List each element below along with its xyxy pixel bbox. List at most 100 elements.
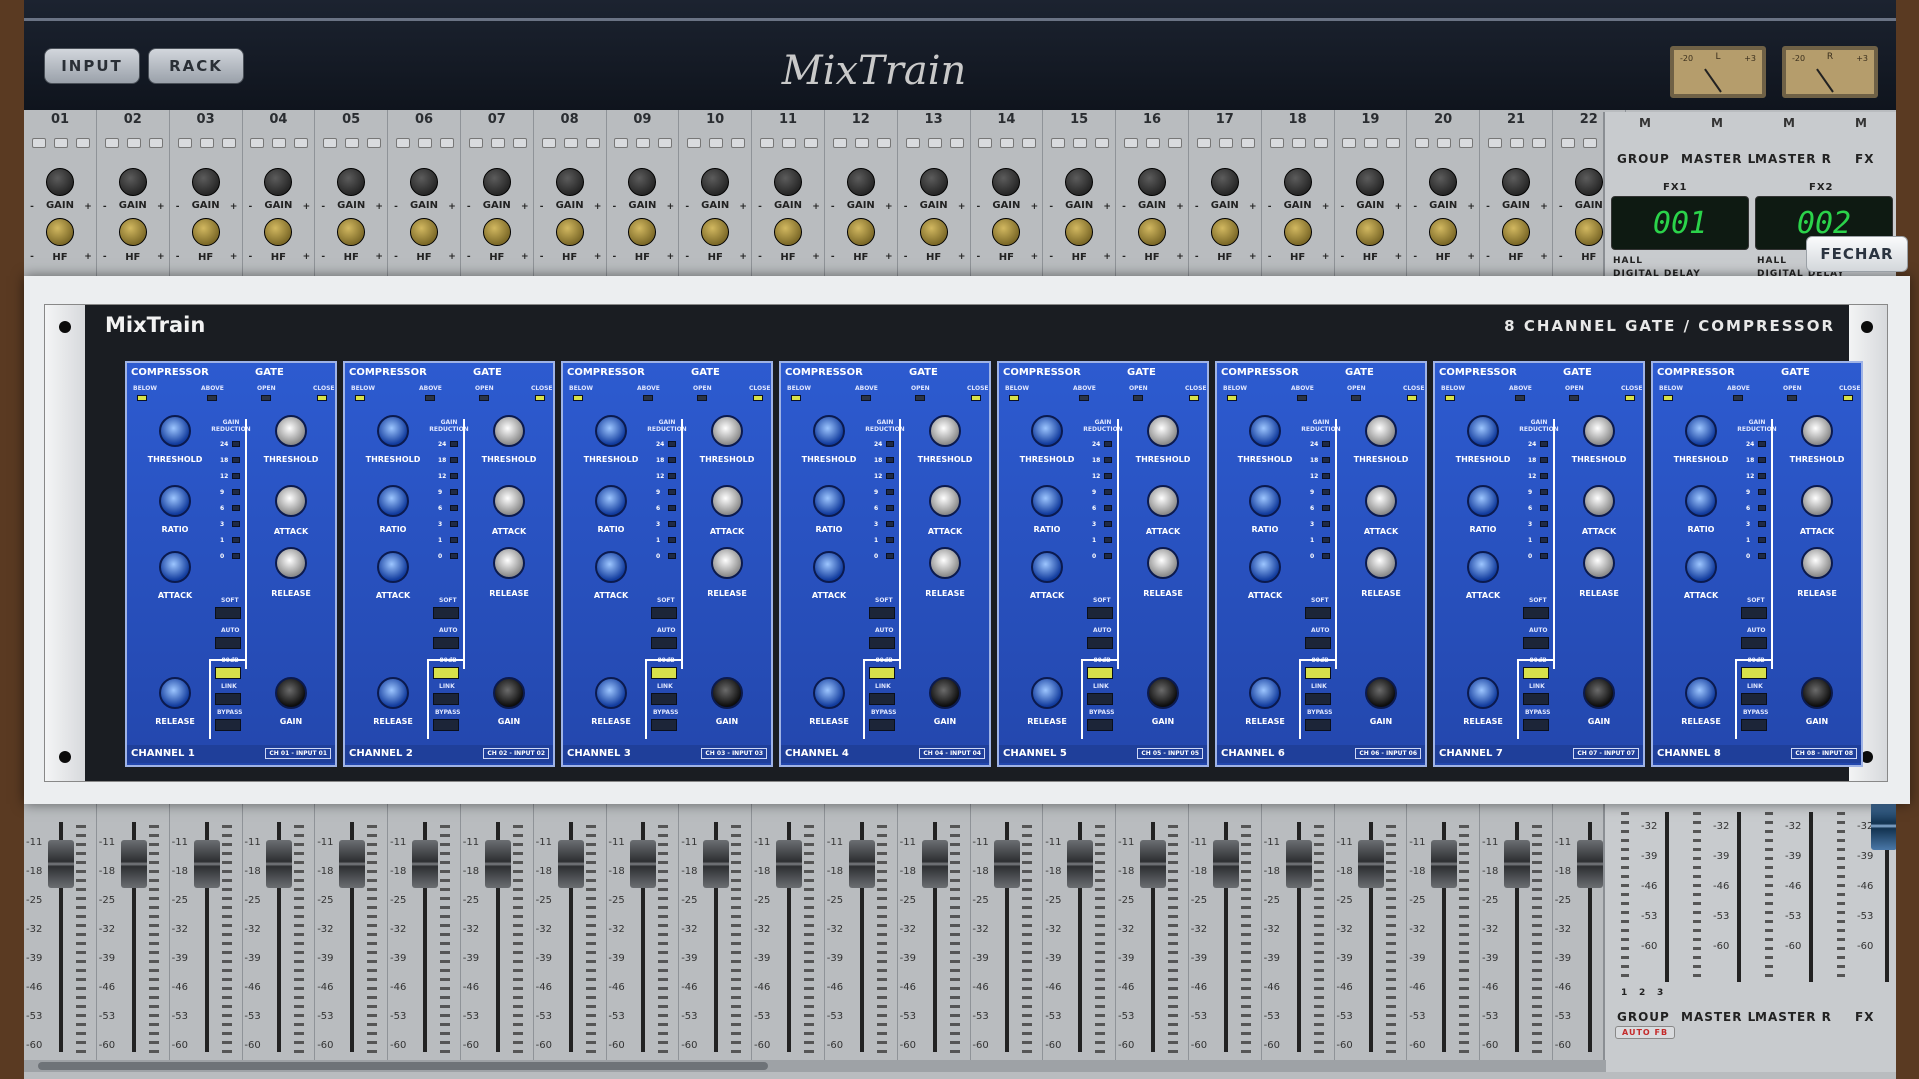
hf-knob[interactable] (1356, 218, 1385, 246)
gate-attack-knob[interactable] (1365, 485, 1397, 517)
comp-threshold-knob[interactable] (377, 415, 409, 447)
channel-fader[interactable] (1140, 840, 1166, 888)
group-select-button[interactable] (832, 138, 847, 148)
comp-release-knob[interactable] (1249, 677, 1281, 709)
hf-knob[interactable] (1283, 218, 1312, 246)
channel-fader[interactable] (484, 840, 511, 888)
comp-release-knob[interactable] (159, 677, 191, 709)
comp-release-knob[interactable] (813, 677, 845, 709)
group-select-button[interactable] (1095, 138, 1110, 148)
auto-button[interactable] (215, 637, 241, 649)
group-select-button[interactable] (1488, 138, 1502, 148)
group-select-button[interactable] (32, 138, 46, 148)
gate-threshold-knob[interactable] (711, 415, 743, 447)
group-button-2[interactable]: 2 (1639, 988, 1646, 998)
bypass-button[interactable] (1087, 719, 1113, 731)
channel-fader[interactable] (1285, 840, 1312, 888)
ratio-knob[interactable] (1467, 485, 1499, 517)
comp-attack-knob[interactable] (1249, 551, 1281, 583)
ratio-knob[interactable] (377, 485, 409, 517)
gain-knob[interactable] (118, 168, 147, 196)
gate-attack-knob[interactable] (711, 485, 743, 517)
gate-release-knob[interactable] (493, 547, 525, 579)
bypass-button[interactable] (1305, 719, 1331, 731)
gain-knob[interactable] (46, 168, 74, 196)
group-select-button[interactable] (126, 138, 141, 148)
hf-knob[interactable] (1138, 218, 1166, 246)
group-select-button[interactable] (782, 138, 796, 148)
group-select-button[interactable] (658, 138, 673, 148)
group-select-button[interactable] (1146, 138, 1160, 148)
group-select-button[interactable] (512, 138, 527, 148)
hf-knob[interactable] (264, 218, 293, 246)
comp-release-knob[interactable] (377, 677, 409, 709)
comp-threshold-knob[interactable] (1467, 415, 1499, 447)
input-button[interactable]: INPUT (44, 48, 140, 84)
group-select-button[interactable] (636, 138, 651, 148)
soft-button[interactable] (215, 607, 241, 619)
comp-threshold-knob[interactable] (1249, 415, 1281, 447)
channel-fader[interactable] (339, 840, 366, 888)
gain-knob[interactable] (191, 168, 220, 196)
group-select-button[interactable] (1073, 138, 1088, 148)
gate-release-knob[interactable] (275, 547, 307, 579)
output-gain-knob[interactable] (1365, 677, 1397, 709)
gain-knob[interactable] (482, 168, 511, 196)
output-gain-knob[interactable] (493, 677, 525, 709)
gain-knob[interactable] (992, 168, 1021, 196)
gate-release-knob[interactable] (1583, 547, 1615, 579)
group-select-button[interactable] (148, 138, 163, 148)
auto-button[interactable] (433, 637, 459, 649)
comp-attack-knob[interactable] (595, 551, 627, 583)
gain-knob[interactable] (410, 168, 438, 196)
link-button[interactable] (651, 693, 677, 705)
group-select-button[interactable] (345, 138, 360, 148)
scrollbar-thumb[interactable] (38, 1062, 768, 1070)
gate-release-knob[interactable] (1365, 547, 1397, 579)
gain-knob[interactable] (1065, 168, 1094, 196)
group-select-button[interactable] (614, 138, 629, 148)
group-select-button[interactable] (927, 138, 942, 148)
comp-threshold-knob[interactable] (813, 415, 845, 447)
channel-fader[interactable] (921, 840, 948, 888)
output-gain-knob[interactable] (1147, 677, 1179, 709)
group-select-button[interactable] (54, 138, 68, 148)
link-button[interactable] (215, 693, 241, 705)
ratio-knob[interactable] (1031, 485, 1063, 517)
group-select-button[interactable] (177, 138, 192, 148)
hf-knob[interactable] (846, 218, 875, 246)
group-select-button[interactable] (1196, 138, 1211, 148)
comp-release-knob[interactable] (1467, 677, 1499, 709)
gate-threshold-knob[interactable] (275, 415, 307, 447)
channel-fader[interactable] (1212, 840, 1239, 888)
auto-button[interactable] (1523, 637, 1549, 649)
soft-button[interactable] (1305, 607, 1331, 619)
channel-fader[interactable] (412, 840, 438, 888)
bypass-button[interactable] (215, 719, 241, 731)
channel-fader[interactable] (1504, 840, 1530, 888)
group-select-button[interactable] (250, 138, 265, 148)
group-select-button[interactable] (1313, 138, 1328, 148)
gain-knob[interactable] (555, 168, 584, 196)
output-gain-knob[interactable] (929, 677, 961, 709)
gain-knob[interactable] (628, 168, 657, 196)
auto-fb-button[interactable]: AUTO FB (1615, 1026, 1676, 1039)
comp-threshold-knob[interactable] (159, 415, 191, 447)
link-button[interactable] (1523, 693, 1549, 705)
group-select-button[interactable] (294, 138, 309, 148)
output-gain-knob[interactable] (1801, 677, 1833, 709)
hf-knob[interactable] (118, 218, 147, 246)
output-gain-knob[interactable] (275, 677, 307, 709)
output-gain-knob[interactable] (711, 677, 743, 709)
channel-fader[interactable] (266, 840, 293, 888)
group-button-3[interactable]: 3 (1657, 988, 1664, 998)
group-select-button[interactable] (709, 138, 724, 148)
group-select-button[interactable] (1291, 138, 1306, 148)
gate-threshold-knob[interactable] (1365, 415, 1397, 447)
ratio-knob[interactable] (159, 485, 191, 517)
group-select-button[interactable] (731, 138, 746, 148)
group-select-button[interactable] (804, 138, 818, 148)
group-select-button[interactable] (1124, 138, 1138, 148)
channel-fader[interactable] (1358, 840, 1385, 888)
gate-threshold-knob[interactable] (1583, 415, 1615, 447)
